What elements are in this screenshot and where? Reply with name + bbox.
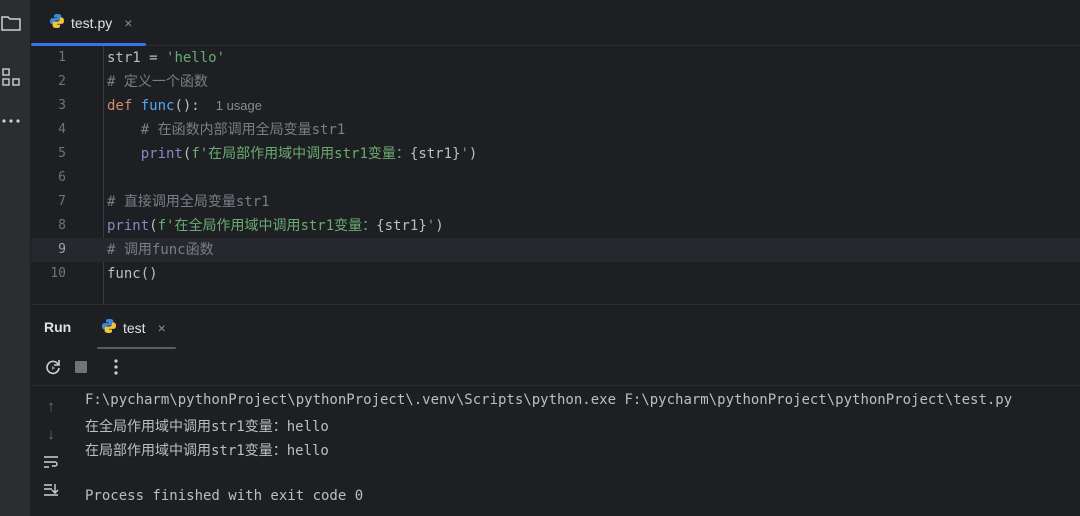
code-token: func <box>140 98 175 114</box>
code-line[interactable]: 10 func() <box>31 262 1080 286</box>
code-editor[interactable]: 1 str1 = 'hello' 2 # 定义一个函数 3 def func(): 1 us… <box>31 46 1080 304</box>
code-token: () <box>140 266 158 282</box>
code-token: (): <box>174 98 200 114</box>
code-token: f'在局部作用域中调用str1变量： <box>191 146 410 162</box>
code-line[interactable]: 2 # 定义一个函数 <box>31 70 1080 94</box>
python-icon <box>49 13 65 34</box>
code-token: {str1} <box>409 146 461 162</box>
stop-icon[interactable] <box>71 357 91 377</box>
arrow-down-icon[interactable]: ↓ <box>41 424 61 444</box>
code-line[interactable]: 8 print(f'在全局作用域中调用str1变量：{str1}') <box>31 214 1080 238</box>
line-number: 4 <box>58 122 66 137</box>
code-token: ' <box>460 146 469 162</box>
line-number: 7 <box>58 194 66 209</box>
more-icon[interactable] <box>106 357 126 377</box>
code-line[interactable]: 9 # 调用func函数 <box>31 238 1080 262</box>
run-panel-header: Run test × <box>31 304 1080 350</box>
folder-icon[interactable] <box>0 12 22 34</box>
line-number: 9 <box>58 242 66 257</box>
code-line[interactable]: 6 <box>31 166 1080 190</box>
close-icon[interactable]: × <box>158 320 166 336</box>
console-exit-line: Process finished with exit code 0 <box>85 488 364 504</box>
run-tab-test[interactable]: test × <box>97 317 176 350</box>
line-number: 6 <box>58 170 66 185</box>
code-line[interactable]: 3 def func(): 1 usage <box>31 94 1080 118</box>
line-number: 3 <box>58 98 66 113</box>
code-text: def func(): 1 usage <box>107 94 262 118</box>
arrow-up-icon[interactable]: ↑ <box>41 396 61 416</box>
console-output[interactable]: F:\pycharm\pythonProject\pythonProject\.… <box>71 386 1080 516</box>
code-token: ) <box>435 218 444 234</box>
python-icon <box>101 318 117 339</box>
scroll-to-end-icon[interactable] <box>41 480 61 500</box>
code-line[interactable]: 4 # 在函数内部调用全局变量str1 <box>31 118 1080 142</box>
soft-wrap-icon[interactable] <box>41 452 61 472</box>
code-token: # 在函数内部调用全局变量str1 <box>107 122 346 138</box>
code-text: func() <box>107 262 158 286</box>
code-token: ' <box>426 218 436 234</box>
code-text: # 调用func函数 <box>107 238 214 262</box>
run-tab-label: test <box>123 320 146 336</box>
code-token: {str1} <box>376 218 427 234</box>
line-number: 5 <box>58 146 66 161</box>
line-number: 10 <box>50 266 66 281</box>
code-token: str1 = <box>107 50 167 66</box>
code-line[interactable]: 1 str1 = 'hello' <box>31 46 1080 70</box>
code-text: str1 = 'hello' <box>107 46 225 70</box>
code-token: 'hello' <box>166 50 226 66</box>
code-token: def <box>107 98 141 114</box>
code-text: # 在函数内部调用全局变量str1 <box>107 118 346 142</box>
run-toolbar <box>31 349 1080 386</box>
line-number: 2 <box>58 74 66 89</box>
usage-hint[interactable]: 1 usage <box>216 98 262 113</box>
code-token: print <box>140 146 183 162</box>
code-token: f'在全局作用域中调用str1变量： <box>157 218 377 234</box>
console-output-line: 在局部作用域中调用str1变量：hello <box>85 443 329 459</box>
tab-label: test.py <box>71 15 113 31</box>
structure-icon[interactable] <box>0 66 22 88</box>
code-text: # 定义一个函数 <box>107 70 208 94</box>
line-number: 1 <box>58 50 66 65</box>
tool-window-strip <box>0 0 31 516</box>
code-text: # 直接调用全局变量str1 <box>107 190 270 214</box>
console-command-line: F:\pycharm\pythonProject\pythonProject\.… <box>85 392 1013 408</box>
code-token: # 直接调用全局变量str1 <box>107 194 270 210</box>
code-token: func <box>107 266 141 282</box>
code-token: # 定义一个函数 <box>107 74 208 90</box>
line-number: 8 <box>58 218 66 233</box>
run-panel-title: Run <box>44 319 72 335</box>
code-token: # 调用func函数 <box>107 242 214 258</box>
console-output-line: 在全局作用域中调用str1变量：hello <box>85 419 329 435</box>
tab-test-py[interactable]: test.py × <box>31 10 147 46</box>
code-token: ( <box>149 218 158 234</box>
code-line[interactable]: 7 # 直接调用全局变量str1 <box>31 190 1080 214</box>
code-line[interactable]: 5 print(f'在局部作用域中调用str1变量：{str1}') <box>31 142 1080 166</box>
code-token: print <box>107 218 150 234</box>
rerun-icon[interactable] <box>43 357 63 377</box>
console-side-toolbar: ↑ ↓ <box>31 386 71 516</box>
code-token: ) <box>468 146 478 162</box>
editor-tab-bar: test.py × <box>31 0 1080 46</box>
close-icon[interactable]: × <box>124 15 132 31</box>
more-icon[interactable] <box>0 110 22 132</box>
code-text: print(f'在全局作用域中调用str1变量：{str1}') <box>107 214 444 238</box>
code-text: print(f'在局部作用域中调用str1变量：{str1}') <box>107 142 478 166</box>
